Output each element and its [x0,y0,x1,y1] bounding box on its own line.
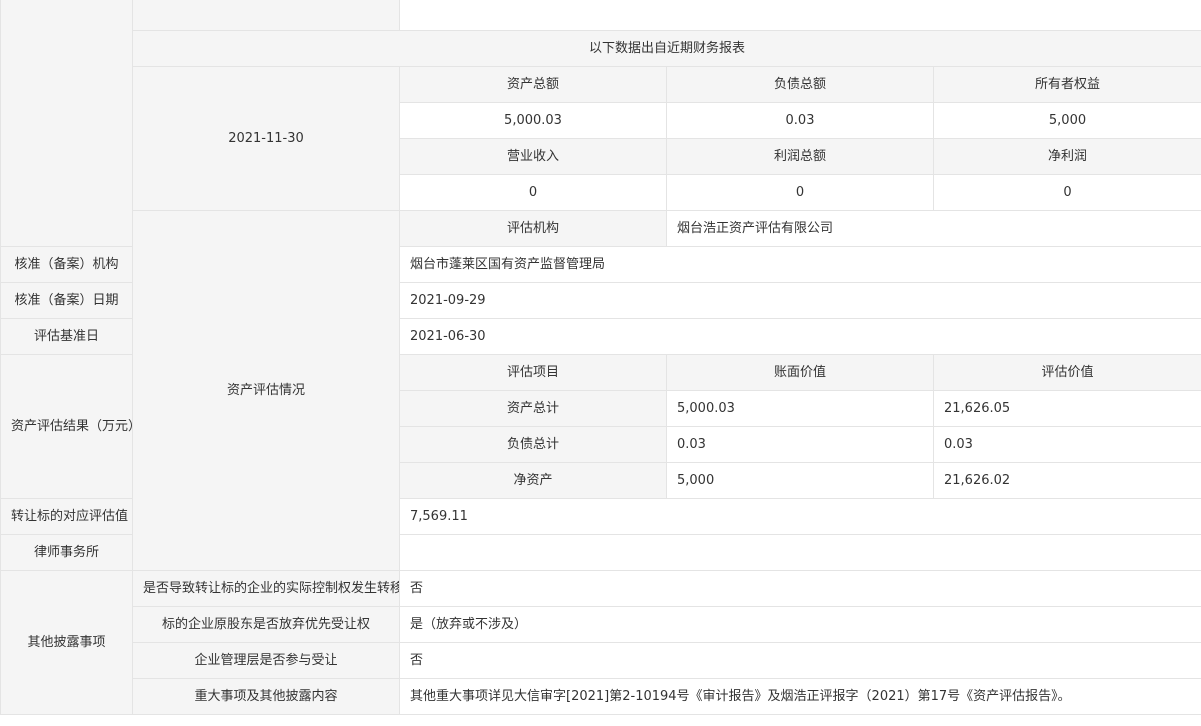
approval-org-label: 核准（备案）机构 [0,246,133,283]
header-revenue: 营业收入 [399,138,667,175]
approval-org-value: 烟台市蓬莱区国有资产监督管理局 [399,246,1201,283]
prev-row-label [132,0,400,31]
result-book-value: 5,000.03 [666,390,934,427]
header-owner-equity: 所有者权益 [933,66,1201,103]
value-owner-equity: 5,000 [933,102,1201,139]
eval-result-label: 资产评估结果（万元） [0,354,133,499]
section-other-disclosure: 其他披露事项 [0,570,133,715]
financial-banner: 以下数据出自近期财务报表 [132,30,1201,67]
header-net-profit: 净利润 [933,138,1201,175]
law-firm-value [399,534,1201,571]
result-book-value: 5,000 [666,462,934,499]
base-date-value: 2021-06-30 [399,318,1201,355]
preemptive-value: 是（放弃或不涉及） [399,606,1201,643]
result-eval-value: 0.03 [933,426,1201,463]
header-total-liabilities: 负债总额 [666,66,934,103]
disclosure-table: 以下数据出自近期财务报表 2021-11-30 资产总额 负债总额 所有者权益 … [0,0,1201,715]
control-change-label: 是否导致转让标的企业的实际控制权发生转移 [132,570,400,607]
result-eval-value: 21,626.02 [933,462,1201,499]
prev-row-value [399,0,1201,31]
value-net-profit: 0 [933,174,1201,211]
header-total-assets: 资产总额 [399,66,667,103]
section-asset-evaluation: 资产评估情况 [132,210,400,571]
base-date-label: 评估基准日 [0,318,133,355]
value-revenue: 0 [399,174,667,211]
result-item: 负债总计 [399,426,667,463]
header-total-profit: 利润总额 [666,138,934,175]
value-total-assets: 5,000.03 [399,102,667,139]
law-firm-label: 律师事务所 [0,534,133,571]
eval-org-label: 评估机构 [399,210,667,247]
value-total-liabilities: 0.03 [666,102,934,139]
approval-date-value: 2021-09-29 [399,282,1201,319]
eval-org-value: 烟台浩正资产评估有限公司 [666,210,1201,247]
result-header-book-value: 账面价值 [666,354,934,391]
transfer-value-label: 转让标的对应评估值（万元） [0,498,133,535]
result-header-eval-value: 评估价值 [933,354,1201,391]
financial-date: 2021-11-30 [132,66,400,211]
transfer-value: 7,569.11 [399,498,1201,535]
approval-date-label: 核准（备案）日期 [0,282,133,319]
major-matters-value: 其他重大事项详见大信审字[2021]第2-10194号《审计报告》及烟浩正评报字… [399,678,1201,715]
management-label: 企业管理层是否参与受让 [132,642,400,679]
management-value: 否 [399,642,1201,679]
result-item: 资产总计 [399,390,667,427]
section-financial [0,0,133,247]
result-header-item: 评估项目 [399,354,667,391]
preemptive-label: 标的企业原股东是否放弃优先受让权 [132,606,400,643]
control-change-value: 否 [399,570,1201,607]
result-book-value: 0.03 [666,426,934,463]
major-matters-label: 重大事项及其他披露内容 [132,678,400,715]
result-eval-value: 21,626.05 [933,390,1201,427]
result-item: 净资产 [399,462,667,499]
value-total-profit: 0 [666,174,934,211]
